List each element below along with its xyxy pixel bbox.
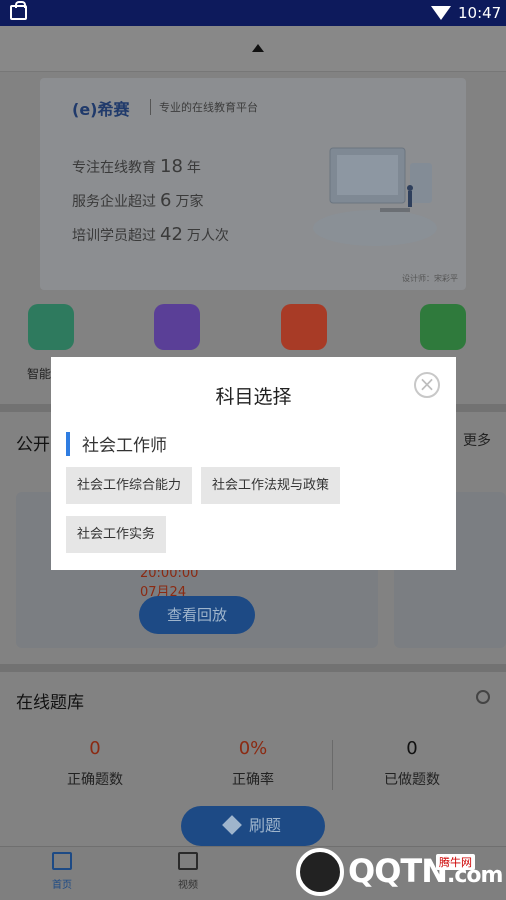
watermark-tag: 腾牛网 xyxy=(436,854,475,870)
watermark-text: QQTN.com xyxy=(348,852,503,890)
stat-accuracy: 0% 正确率 xyxy=(173,738,333,789)
subject-chip[interactable]: 社会工作法规与政策 xyxy=(201,467,341,504)
stat-label: 已做题数 xyxy=(384,772,440,788)
stat-value: 0 xyxy=(406,738,418,759)
triangle-up-icon[interactable] xyxy=(252,44,264,52)
question-bank-title: 在线题库 xyxy=(16,693,84,713)
subject-chip[interactable]: 社会工作综合能力 xyxy=(66,467,193,504)
stat-label: 正确率 xyxy=(232,772,274,788)
tv-icon xyxy=(178,852,198,870)
clock: 10:47 xyxy=(458,4,502,22)
collapse-bar[interactable] xyxy=(0,26,506,72)
banner-stat: 专注在线教育 18 年 xyxy=(72,156,201,177)
tab-label: 首页 xyxy=(52,880,72,891)
stat-value: 0% xyxy=(238,738,268,759)
tab-video[interactable]: 视频 xyxy=(168,852,208,891)
stat-value: 0 xyxy=(89,738,101,759)
practice-button[interactable]: 刷题 xyxy=(181,806,325,846)
stat-correct-count: 0 正确题数 xyxy=(15,738,175,789)
category-title: 社会工作师 xyxy=(82,436,167,456)
watermark-logo-icon xyxy=(296,848,344,896)
shopping-bag-icon xyxy=(10,1,27,20)
quick-entry-3[interactable] xyxy=(281,304,327,350)
stat-label: 正确题数 xyxy=(67,772,123,788)
banner-stat: 服务企业超过 6 万家 xyxy=(72,190,204,211)
tab-label: 视频 xyxy=(178,880,198,891)
open-class-title: 公开 xyxy=(16,435,50,455)
brand-logo: (e)希赛 xyxy=(72,100,130,119)
home-icon xyxy=(52,852,72,870)
subject-select-dialog: 科目选择 × 社会工作师 社会工作综合能力 社会工作法规与政策 社会工作实务 xyxy=(51,357,456,570)
banner-slogan: 专业的在线教育平台 xyxy=(150,99,258,115)
pencil-icon xyxy=(222,815,242,835)
status-bar: 10:47 xyxy=(0,0,506,26)
category-accent-bar xyxy=(66,432,70,456)
wifi-icon xyxy=(431,6,451,20)
site-watermark: QQTN.com 腾牛网 xyxy=(296,848,503,896)
section-divider xyxy=(0,664,506,672)
close-icon[interactable]: × xyxy=(414,372,440,398)
banner-stat: 培训学员超过 42 万人次 xyxy=(72,224,229,245)
switch-icon[interactable] xyxy=(476,690,490,704)
design-credit: 设计师：宋彩平 xyxy=(402,274,458,283)
quick-entry-2[interactable] xyxy=(154,304,200,350)
subject-chip[interactable]: 社会工作实务 xyxy=(66,516,167,553)
quick-entry-smart[interactable] xyxy=(28,304,74,350)
quick-entry-label: 智能 xyxy=(27,367,52,381)
replay-button[interactable]: 查看回放 xyxy=(139,596,255,634)
stat-done-count: 0 已做题数 xyxy=(332,738,492,789)
quick-entry-4[interactable] xyxy=(420,304,466,350)
more-link[interactable]: 更多 xyxy=(463,430,491,450)
dialog-title: 科目选择 xyxy=(215,386,292,408)
online-education-illustration xyxy=(313,147,437,246)
practice-button-label: 刷题 xyxy=(248,816,281,835)
promo-banner[interactable]: (e)希赛 专业的在线教育平台 专注在线教育 18 年 服务企业超过 6 万家 培训学员… xyxy=(40,78,466,290)
tab-home[interactable]: 首页 xyxy=(42,852,82,891)
